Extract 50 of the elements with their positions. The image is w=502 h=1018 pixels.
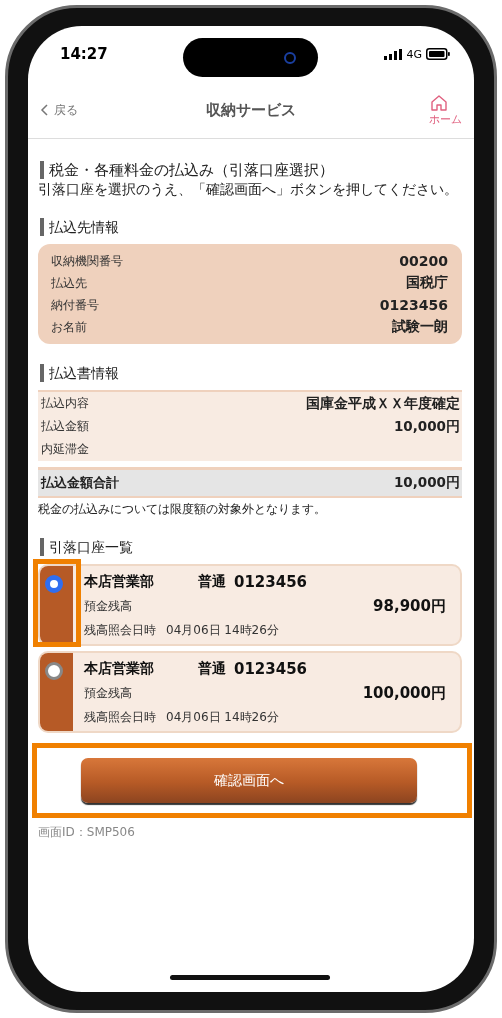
account-number: 0123456 [234, 573, 308, 591]
status-time: 14:27 [60, 45, 108, 63]
table-cell: 内延滞金 [41, 441, 89, 458]
page-heading: 税金・各種料金の払込み（引落口座選択） [40, 161, 462, 179]
balance-value: 98,900円 [373, 596, 446, 616]
table-cell: 国庫金平成ＸＸ年度確定 [306, 394, 460, 413]
table-cell: 10,000円 [393, 474, 460, 492]
account-card[interactable]: 本店営業部 普通 0123456 預金残高 100,000円 残高照会日時 04月06日 14時26分 [38, 651, 462, 733]
radio-button[interactable] [45, 575, 63, 593]
account-type: 普通 [198, 660, 226, 678]
screen-title: 収納サービス [206, 100, 296, 120]
back-link[interactable]: 戻る [40, 101, 110, 119]
branch-name: 本店営業部 [84, 573, 155, 591]
section-heading: 引落口座一覧 [40, 538, 462, 556]
home-button[interactable]: ホーム [392, 93, 462, 127]
field-label: 払込先 [51, 274, 87, 292]
table-cell: 10,000円 [393, 417, 460, 436]
note-text: 税金の払込みについては限度額の対象外となります。 [38, 501, 327, 518]
account-card[interactable]: 本店営業部 普通 0123456 預金残高 98,900円 残高照会日時 04月06日 14時26分 [38, 564, 462, 646]
field-label: 納付番号 [51, 296, 99, 314]
table-cell: 払込金額合計 [41, 474, 119, 492]
account-number: 0123456 [234, 660, 308, 678]
balance-label: 預金残高 [84, 684, 132, 702]
table-cell: 払込金額 [41, 418, 89, 435]
balance-value: 100,000円 [362, 683, 446, 703]
radio-button[interactable] [45, 662, 63, 680]
network-label: 4G [406, 47, 422, 61]
balance-label: 預金残高 [84, 597, 132, 615]
field-value: 試験一朗 [392, 318, 448, 336]
battery-icon [426, 48, 450, 60]
confirm-button[interactable]: 確認画面へ [81, 758, 417, 803]
section-heading: 払込書情報 [40, 364, 462, 382]
account-type: 普通 [198, 573, 226, 591]
chevron-left-icon [40, 104, 48, 116]
date-label: 残高照会日時 [84, 621, 156, 639]
instruction-text: 引落口座を選択のうえ、「確認画面へ」ボタンを押してください。 [38, 181, 459, 198]
branch-name: 本店営業部 [84, 660, 155, 678]
date-value: 04月06日 14時26分 [166, 621, 279, 639]
table-cell: 払込内容 [41, 395, 89, 412]
home-icon [430, 93, 448, 112]
date-value: 04月06日 14時26分 [166, 708, 279, 726]
field-label: 収納機関番号 [51, 252, 123, 270]
field-label: お名前 [51, 318, 87, 336]
screen-id: 画面ID：SMP506 [38, 824, 136, 841]
field-value: 0123456 [379, 297, 448, 313]
section-heading: 払込先情報 [40, 218, 462, 236]
date-label: 残高照会日時 [84, 708, 156, 726]
field-value: 国税庁 [406, 274, 448, 292]
field-value: 00200 [399, 253, 448, 269]
signal-icon [384, 48, 403, 60]
